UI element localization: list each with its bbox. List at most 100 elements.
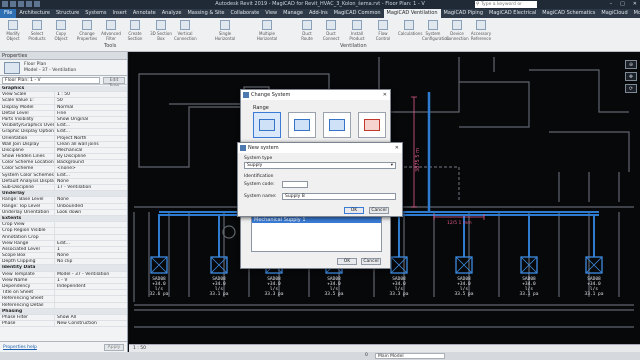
ribbon-button-flow-control[interactable]: Flow Control (372, 20, 394, 42)
ribbon-button-single-horizontal[interactable]: Single Horizontal (214, 20, 236, 42)
tab-magicloud[interactable]: MagiCloud (598, 9, 630, 18)
property-value[interactable]: Edit... (54, 123, 127, 129)
ribbon-button-duct-route[interactable]: Duct Route (296, 20, 318, 42)
view-scale[interactable]: 1 : 50 (133, 346, 146, 351)
type-selector[interactable]: Floor Plan Model - 37 - Ventilation (0, 60, 127, 76)
air-terminal[interactable] (150, 256, 168, 274)
cancel-button[interactable]: Cancel (369, 207, 389, 214)
close-icon[interactable]: ✕ (633, 0, 637, 9)
ribbon-button-multiple-horizontal[interactable]: Multiple Horizontal (256, 20, 278, 42)
property-value[interactable]: None (54, 197, 127, 203)
zoom-icon[interactable]: ⊕ (625, 60, 637, 69)
property-value[interactable]: 1 (54, 246, 127, 253)
ribbon-button-copy-object[interactable]: Copy Object (50, 20, 72, 42)
tab-add-ins[interactable]: Add-Ins (306, 9, 331, 18)
system-type-select[interactable]: Supply ▾ (244, 162, 396, 169)
property-value[interactable]: Mechanical (54, 147, 127, 154)
system-code-input[interactable] (282, 181, 308, 188)
property-value[interactable] (54, 228, 127, 234)
property-value[interactable]: Edit... (54, 172, 127, 178)
property-value[interactable]: Model - 37 - Ventilation (54, 271, 127, 277)
tab-modify[interactable]: Modify (631, 9, 640, 18)
property-value[interactable] (54, 222, 127, 228)
close-icon[interactable]: ✕ (383, 90, 387, 100)
maximize-icon[interactable]: □ (620, 0, 625, 9)
ribbon-button-change-properties[interactable]: Change Properties (76, 20, 98, 42)
ribbon-button-select-products[interactable]: Select Products (26, 20, 48, 42)
ribbon-button-create-section[interactable]: Create Section (124, 20, 146, 42)
ribbon-button-system-configuration[interactable]: System Configuration (422, 20, 449, 42)
property-value[interactable]: Clean all wall joins (54, 141, 127, 147)
minimize-icon[interactable]: – (610, 0, 613, 9)
property-value[interactable]: Show Original (54, 116, 127, 123)
property-value[interactable]: Fine (54, 110, 127, 116)
cancel-button[interactable]: Cancel (361, 258, 381, 265)
ribbon-button-vertical-connection[interactable]: Vertical Connection (174, 20, 197, 42)
ribbon-button-install-product[interactable]: Install Product (346, 20, 368, 42)
tab-magicad-piping[interactable]: MagiCAD Piping (441, 9, 487, 18)
property-value[interactable]: Unbounded (54, 203, 127, 209)
range-option-selected-objects[interactable] (253, 112, 281, 138)
range-option-branch[interactable] (288, 112, 316, 138)
properties-help-link[interactable]: Properties help (3, 345, 37, 350)
ok-button[interactable]: OK (344, 207, 364, 214)
system-name-input[interactable]: Supply B (282, 193, 396, 200)
tab-massing-site[interactable]: Massing & Site (184, 9, 227, 18)
ribbon-button-device-connection[interactable]: Device Connection (446, 20, 469, 42)
tab-annotate[interactable]: Annotate (130, 9, 159, 18)
search-input[interactable]: ⚲ Type a keyword or phrase (475, 1, 537, 14)
property-value[interactable]: Independent (54, 284, 127, 290)
instance-dropdown[interactable]: Floor Plan: 1 - V (2, 76, 100, 84)
tab-architecture[interactable]: Architecture (16, 9, 53, 18)
apply-button[interactable]: Apply (104, 343, 124, 351)
active-model-select[interactable]: Main Model (375, 353, 445, 359)
property-value[interactable]: Edit... (54, 129, 127, 135)
air-terminal[interactable] (210, 256, 228, 274)
property-value[interactable]: None (54, 253, 127, 259)
tab-magicad-common[interactable]: MagiCAD Common (331, 9, 384, 18)
tab-file[interactable]: File (0, 9, 17, 18)
ribbon-button-3d-section-box[interactable]: 3D Section Box (150, 20, 172, 42)
ribbon-button-modify-object[interactable]: Modify Object (2, 20, 24, 42)
property-value[interactable]: Look down (54, 209, 127, 215)
property-value[interactable]: 1 - V (54, 277, 127, 283)
tab-magicad-ventilation[interactable]: MagiCAD Ventilation (383, 9, 441, 18)
property-value[interactable]: By Discipline (54, 154, 127, 160)
tab-magicad-schematics[interactable]: MagiCAD Schematics (539, 9, 598, 18)
tab-insert[interactable]: Insert (110, 9, 130, 18)
edit-type-button[interactable]: Edit Type (103, 76, 125, 89)
orbit-icon[interactable]: ⟳ (625, 84, 637, 93)
property-value[interactable]: None (54, 178, 127, 184)
tab-view[interactable]: View (262, 9, 280, 18)
system-list[interactable]: Mechanical Supply 1 (251, 214, 382, 252)
property-value[interactable]: No clip (54, 259, 127, 265)
property-value[interactable]: Normal (54, 104, 127, 110)
ribbon-button-calculations[interactable]: Calculations (398, 20, 422, 42)
ribbon-button-duct-connect[interactable]: Duct Connect (320, 20, 342, 42)
property-value[interactable]: New Construction (54, 321, 127, 327)
tab-analyze[interactable]: Analyze (159, 9, 185, 18)
ribbon-button-accessory-reference[interactable]: Accessory Reference (470, 20, 492, 42)
tab-structure[interactable]: Structure (53, 9, 82, 18)
ribbon-button-advanced-filter[interactable]: Advanced Filter (100, 20, 122, 42)
property-value[interactable]: Edit... (54, 240, 127, 246)
property-value[interactable]: Show All (54, 314, 127, 321)
property-value[interactable] (54, 302, 127, 308)
property-value[interactable]: 1 : 50 (54, 92, 127, 98)
property-value[interactable]: 17 - Ventilation (54, 185, 127, 191)
property-value[interactable]: Background (54, 160, 127, 166)
property-value[interactable] (54, 296, 127, 302)
tab-magicad-electrical[interactable]: MagiCAD Electrical (486, 9, 539, 18)
property-value[interactable]: Project North (54, 135, 127, 141)
property-value[interactable] (54, 234, 127, 240)
pan-icon[interactable]: ✥ (625, 72, 637, 81)
list-item[interactable]: Mechanical Supply 1 (252, 217, 381, 223)
range-option-system[interactable] (358, 112, 386, 138)
tab-manage[interactable]: Manage (280, 9, 306, 18)
property-value[interactable]: <none> (54, 166, 127, 172)
tab-systems[interactable]: Systems (82, 9, 109, 18)
ok-button[interactable]: OK (337, 258, 357, 265)
property-value[interactable]: 50 (54, 98, 127, 104)
property-value[interactable] (54, 290, 127, 296)
tab-collaborate[interactable]: Collaborate (227, 9, 262, 18)
